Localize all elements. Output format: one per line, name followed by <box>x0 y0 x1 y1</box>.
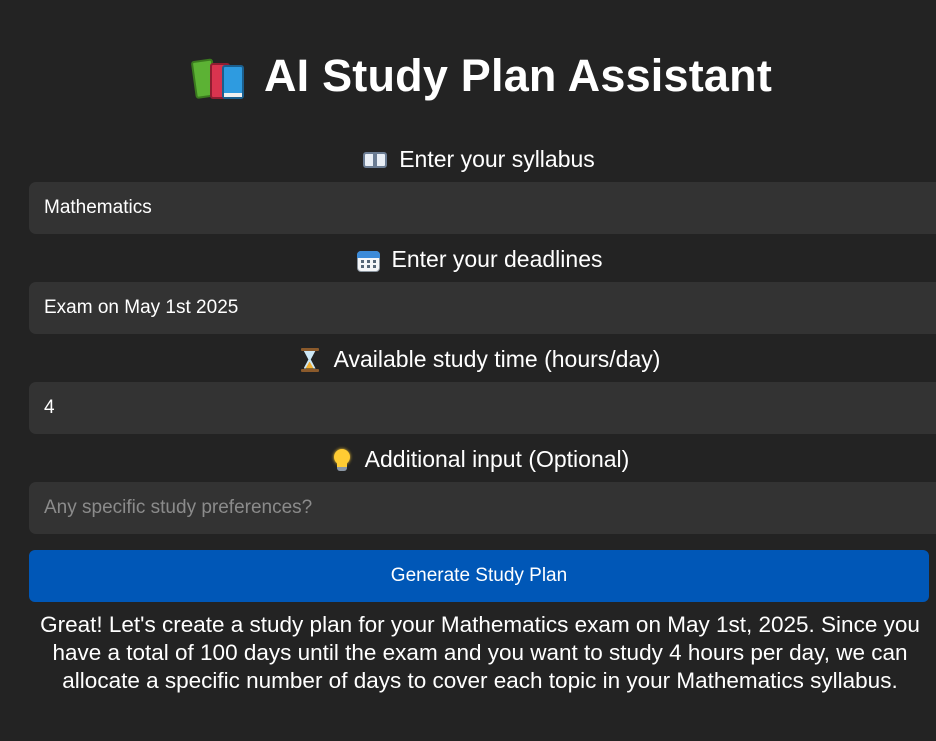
generate-study-plan-button[interactable]: Generate Study Plan <box>29 550 929 602</box>
study-plan-result: Great! Let's create a study plan for you… <box>40 612 920 693</box>
hourglass-icon <box>298 347 324 372</box>
study-plan-page: AI Study Plan Assistant Enter your sylla… <box>0 0 936 741</box>
deadlines-label-text: Enter your deadlines <box>391 246 603 272</box>
light-bulb-icon <box>329 448 355 472</box>
open-book-icon <box>363 148 389 172</box>
study-time-label-text: Available study time (hours/day) <box>333 346 661 372</box>
study-time-input[interactable] <box>29 382 936 434</box>
header: AI Study Plan Assistant <box>0 50 936 102</box>
deadlines-input[interactable] <box>29 282 936 334</box>
additional-label: Additional input (Optional) <box>0 446 936 473</box>
books-icon <box>190 53 246 99</box>
syllabus-label: Enter your syllabus <box>0 146 936 173</box>
additional-label-text: Additional input (Optional) <box>364 446 630 472</box>
syllabus-label-text: Enter your syllabus <box>399 146 595 172</box>
study-time-label: Available study time (hours/day) <box>0 346 936 373</box>
additional-input[interactable] <box>29 482 936 534</box>
deadlines-label: Enter your deadlines <box>0 246 936 273</box>
page-title: AI Study Plan Assistant <box>263 50 773 101</box>
calendar-icon <box>356 248 382 272</box>
syllabus-input[interactable] <box>29 182 936 234</box>
